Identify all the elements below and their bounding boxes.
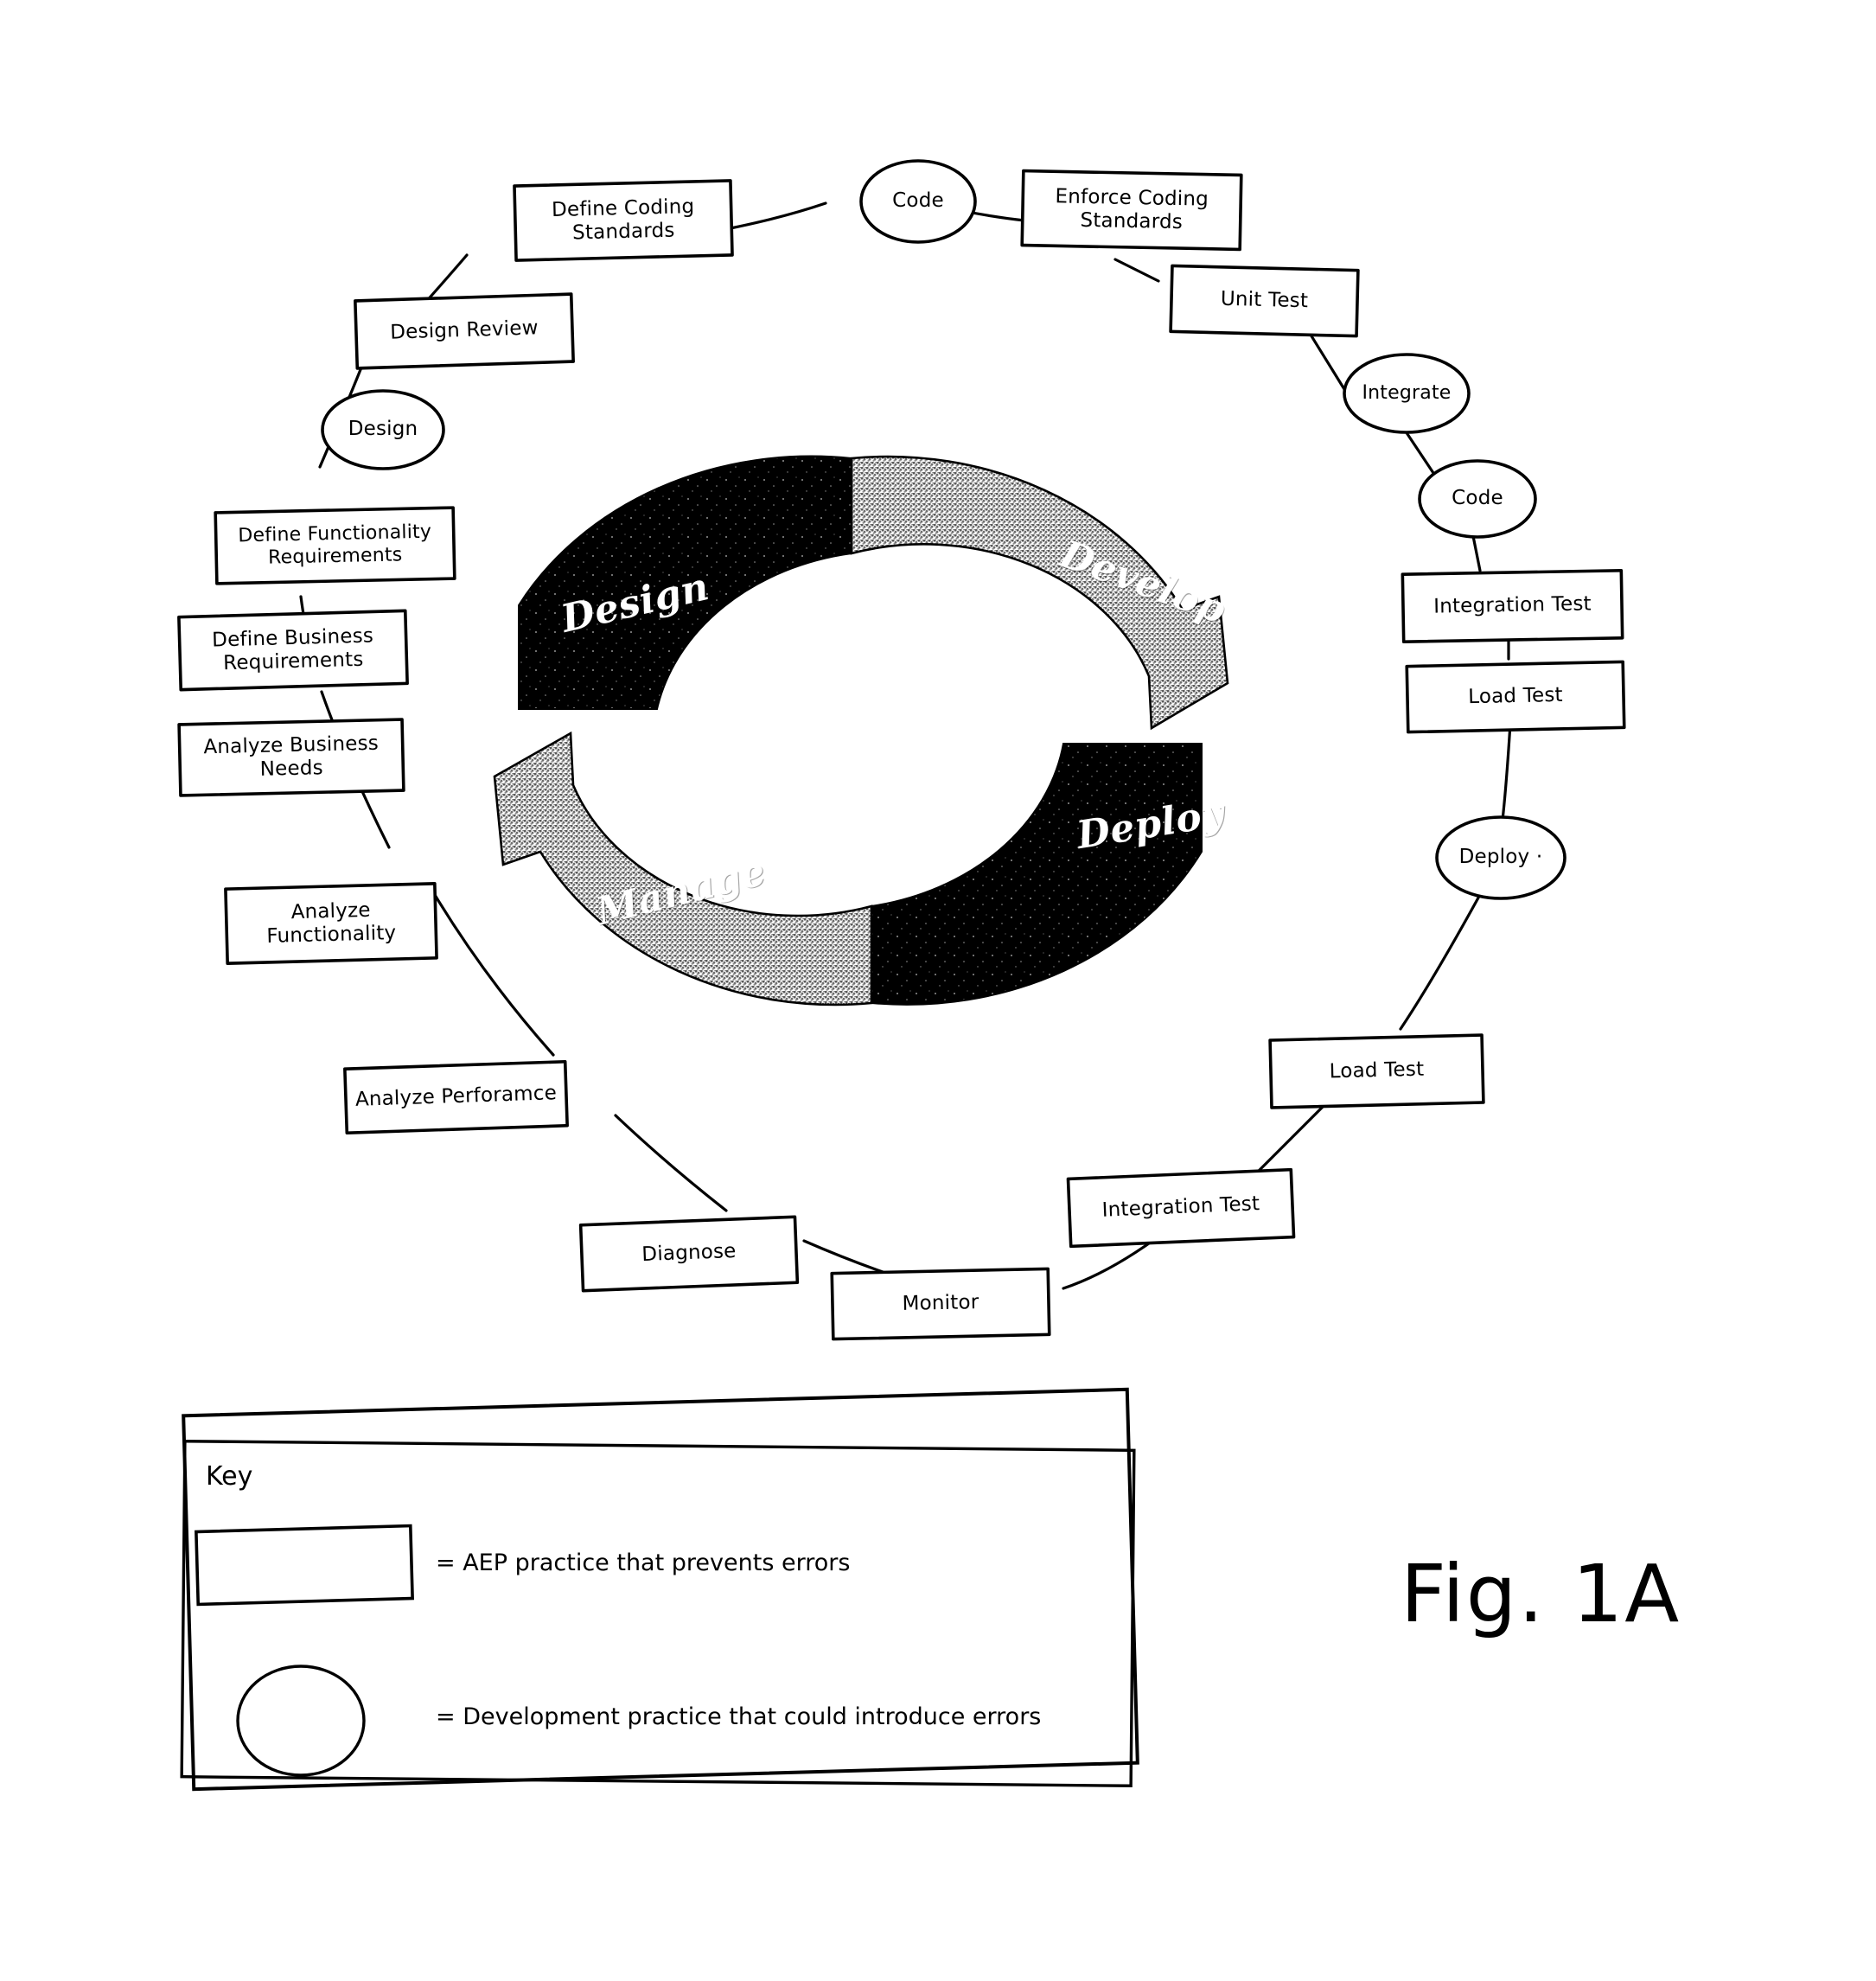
node-box-monitor [830, 1267, 1051, 1341]
key-swatch-ellipse [236, 1665, 366, 1777]
node-box-define-coding [513, 179, 734, 262]
key-entry-rectangle-text: = AEP practice that prevents errors [436, 1550, 851, 1576]
patent-figure-1a: Design Develop Deploy Manage Define Codi… [0, 0, 1876, 1981]
key-title: Key [206, 1461, 253, 1492]
node-box-load-test-bottom [1268, 1033, 1485, 1109]
node-box-unit-test [1169, 264, 1360, 338]
node-box-diagnose [578, 1215, 800, 1293]
node-shapes [177, 159, 1626, 1341]
node-box-design-review [354, 292, 575, 370]
cycle-segment-manage [493, 731, 873, 1006]
node-box-define-functionality [214, 506, 456, 585]
node-box-integration-test-right [1401, 568, 1624, 643]
node-box-define-business [177, 609, 409, 692]
cycle-segment-develop [850, 455, 1229, 731]
node-ellipse-integrate [1343, 353, 1471, 434]
figure-canvas [177, 159, 1626, 1792]
node-box-enforce-coding [1020, 169, 1243, 252]
cycle-segment-deploy [871, 743, 1203, 1006]
lifecycle-cycle-graphic [493, 455, 1229, 1006]
node-box-analyze-business [177, 718, 405, 797]
key-entry-ellipse-text: = Development practice that could introd… [436, 1703, 1042, 1730]
node-ellipse-code-right [1418, 459, 1537, 539]
node-box-integration-test-bottom [1066, 1167, 1296, 1249]
figure-caption: Fig. 1A [1401, 1548, 1681, 1640]
node-ellipse-code-top [859, 159, 977, 244]
node-box-load-test-right [1405, 660, 1626, 734]
node-ellipse-design [321, 389, 445, 470]
node-box-analyze-performance [343, 1059, 569, 1134]
node-ellipse-deploy [1435, 815, 1567, 900]
cycle-segment-design [518, 455, 852, 710]
key-swatch-rectangle [195, 1524, 414, 1607]
node-box-analyze-functionality [224, 882, 438, 965]
